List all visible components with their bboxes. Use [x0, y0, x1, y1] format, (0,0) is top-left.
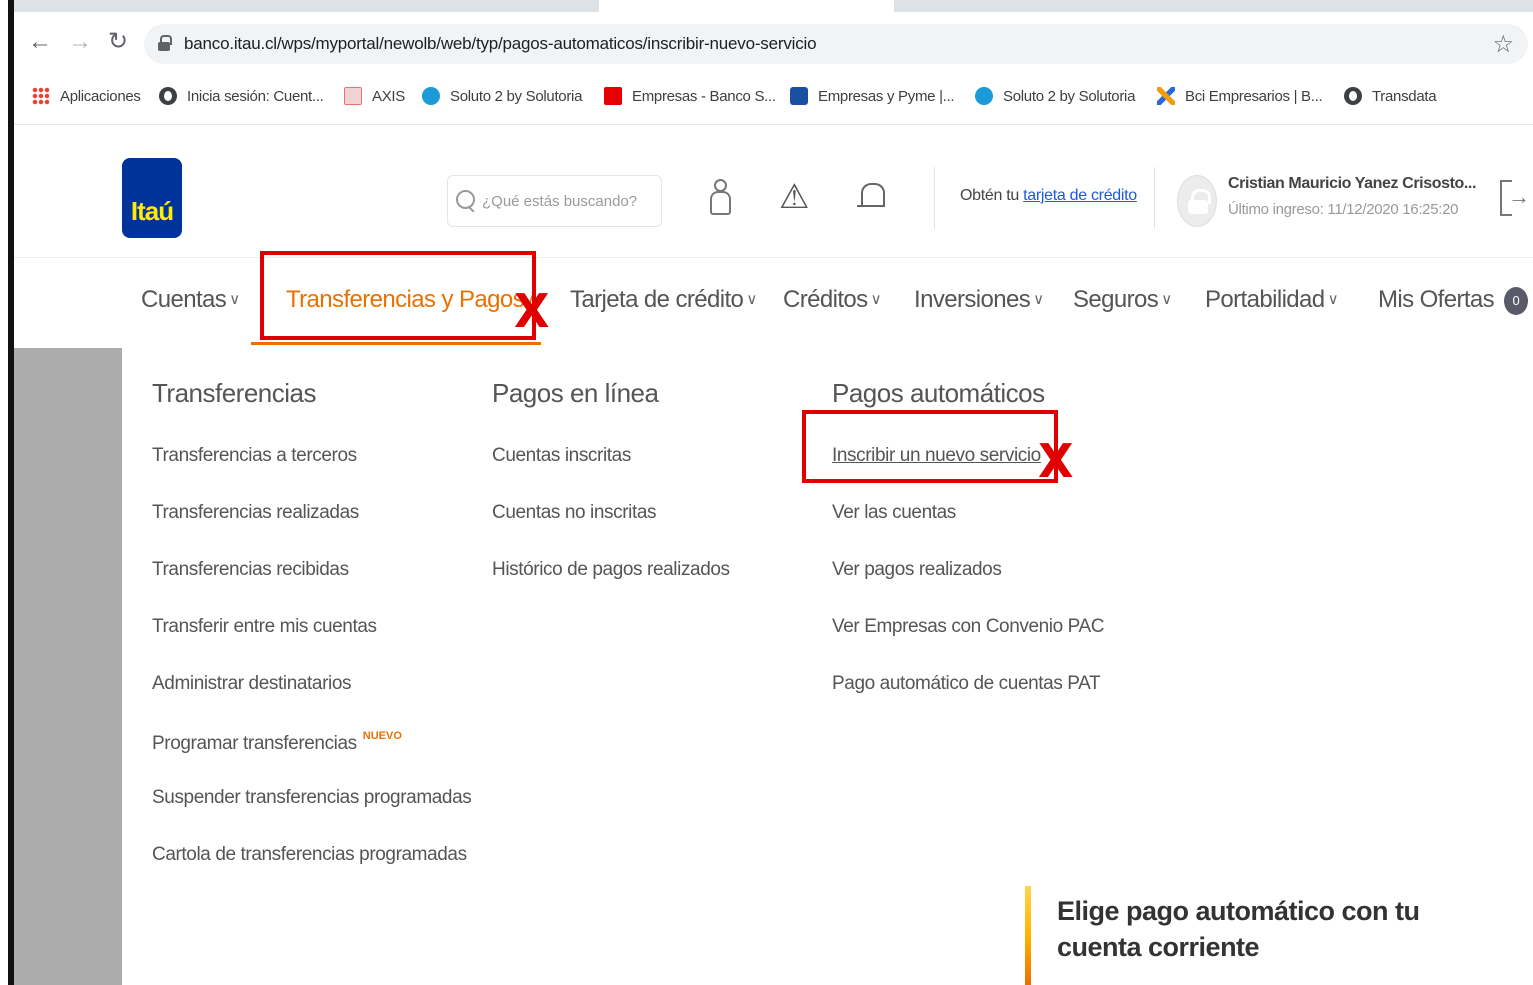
chevron-down-icon: ∨ [1161, 291, 1172, 308]
window-left-edge [0, 0, 14, 985]
bookmarks-bar: Aplicaciones Inicia sesión: Cuent... AXI… [14, 76, 1533, 116]
menu-link-transferencias-recibidas[interactable]: Transferencias recibidas [152, 559, 471, 616]
new-badge: NUEVO [362, 730, 402, 742]
bookmark-soluto[interactable]: Soluto 2 by Solutoria [422, 84, 582, 108]
bookmark-santander[interactable]: Empresas - Banco S... [604, 84, 776, 108]
site-header: Itaú ⚠ Obtén tu tarjeta de crédito Crist… [14, 125, 1533, 258]
credit-card-promo: Obtén tu tarjeta de crédito [960, 187, 1137, 204]
header-divider [1154, 167, 1155, 229]
search-box[interactable] [447, 175, 662, 227]
bell-icon[interactable] [856, 177, 886, 217]
user-name[interactable]: Cristian Mauricio Yanez Crisosto... [1228, 175, 1476, 193]
last-login: Último ingreso: 11/12/2020 16:25:20 [1228, 201, 1459, 218]
menu-column-transferencias: Transferencias Transferencias a terceros… [152, 378, 472, 901]
menu-heading-pagos-linea: Pagos en línea [492, 378, 659, 408]
nav-cuentas[interactable]: Cuentas ∨ [141, 286, 240, 314]
header-divider [934, 167, 935, 229]
menu-heading-pagos-automaticos: Pagos automáticos [832, 378, 1045, 408]
globe-icon [1344, 87, 1362, 105]
menu-link-suspender-transferencias[interactable]: Suspender transferencias programadas [152, 787, 472, 844]
bookmark-transdata[interactable]: Transdata [1344, 84, 1437, 108]
menu-heading-transferencias: Transferencias [152, 378, 317, 408]
lock-icon[interactable] [158, 35, 172, 51]
logout-icon[interactable] [1500, 180, 1530, 216]
menu-column-pagos-linea: Pagos en línea Cuentas inscritas Cuentas… [492, 378, 730, 616]
menu-link-pago-automatico-pat[interactable]: Pago automático de cuentas PAT [832, 673, 1104, 730]
menu-link-cuentas-inscritas[interactable]: Cuentas inscritas [492, 445, 730, 502]
chevron-down-icon: ∨ [746, 291, 757, 308]
annotation-box-nav [260, 251, 536, 340]
chevron-down-icon: ∨ [1327, 291, 1339, 308]
advisor-person-icon[interactable] [704, 177, 734, 217]
nav-mis-ofertas[interactable]: Mis Ofertas 0 [1378, 286, 1529, 315]
santander-icon [604, 87, 622, 105]
menu-link-cartola-transferencias[interactable]: Cartola de transferencias programadas [152, 844, 471, 901]
menu-link-ver-pagos-realizados[interactable]: Ver pagos realizados [832, 559, 1104, 616]
chevron-down-icon: ∨ [870, 291, 882, 308]
menu-link-administrar-destinatarios[interactable]: Administrar destinatarios [152, 673, 471, 730]
chevron-down-icon: ∨ [1033, 291, 1044, 308]
main-nav: Cuentas ∨ Transferencias y Pagos ∧ Tarjeta… [14, 258, 1533, 348]
browser-toolbar: ← → ↻ banco.itau.cl/wps/myportal/newolb/… [14, 12, 1533, 76]
credit-card-link[interactable]: tarjeta de crédito [1023, 187, 1137, 204]
menu-link-transferencias-terceros[interactable]: Transferencias a terceros [152, 445, 471, 502]
bookmark-star-icon[interactable]: ☆ [1492, 30, 1514, 59]
globe-icon [159, 87, 177, 105]
nav-portabilidad[interactable]: Portabilidad ∨ [1205, 286, 1339, 314]
bookmark-inicia-sesion[interactable]: Inicia sesión: Cuent... [159, 84, 324, 108]
bookmark-bci-pyme[interactable]: Empresas y Pyme |... [790, 84, 955, 108]
active-tab-underline [251, 342, 541, 345]
back-arrow-icon[interactable]: ← [26, 28, 54, 56]
nav-creditos[interactable]: Créditos ∨ [783, 286, 882, 314]
url-text[interactable]: banco.itau.cl/wps/myportal/newolb/web/ty… [184, 34, 817, 54]
active-tab[interactable] [599, 0, 894, 12]
reload-icon[interactable]: ↻ [104, 28, 132, 56]
chevron-down-icon: ∨ [229, 291, 240, 308]
bci-empresarios-icon [1157, 87, 1175, 105]
soluto-icon [975, 87, 993, 105]
annotation-x-inscribir: X [1038, 434, 1074, 488]
warning-icon[interactable]: ⚠ [779, 177, 809, 217]
promo-accent-bar [1025, 886, 1031, 985]
bookmark-bci-empresarios[interactable]: Bci Empresarios | B... [1157, 84, 1323, 108]
bci-icon [790, 87, 808, 105]
nav-seguros[interactable]: Seguros ∨ [1073, 286, 1172, 314]
search-icon[interactable] [456, 190, 476, 212]
search-input[interactable] [482, 189, 652, 213]
menu-link-historico-pagos[interactable]: Histórico de pagos realizados [492, 559, 730, 616]
forward-arrow-icon[interactable]: → [66, 28, 94, 56]
annotation-x-nav: X [514, 284, 550, 338]
apps-grid-icon [32, 87, 50, 105]
nav-inversiones[interactable]: Inversiones ∨ [914, 286, 1044, 314]
menu-link-cuentas-no-inscritas[interactable]: Cuentas no inscritas [492, 502, 730, 559]
menu-link-empresas-convenio-pac[interactable]: Ver Empresas con Convenio PAC [832, 616, 1105, 673]
menu-link-transferir-entre-cuentas[interactable]: Transferir entre mis cuentas [152, 616, 471, 673]
address-bar[interactable]: banco.itau.cl/wps/myportal/newolb/web/ty… [144, 24, 1528, 64]
annotation-box-inscribir [802, 410, 1058, 483]
menu-link-transferencias-realizadas[interactable]: Transferencias realizadas [152, 502, 471, 559]
menu-link-programar-transferencias[interactable]: Programar transferencias NUEVO [152, 730, 471, 787]
soluto-icon [422, 87, 440, 105]
bookmark-soluto-2[interactable]: Soluto 2 by Solutoria [975, 84, 1135, 108]
bookmark-axis[interactable]: AXIS [344, 84, 405, 108]
bookmark-aplicaciones[interactable]: Aplicaciones [32, 84, 141, 108]
tab-strip [14, 0, 1533, 12]
offers-count-badge: 0 [1504, 287, 1529, 315]
itau-logo[interactable]: Itaú [122, 158, 182, 238]
page-background-left [14, 348, 122, 985]
nav-tarjeta-credito[interactable]: Tarjeta de crédito ∨ [570, 286, 757, 314]
promo-banner-title: Elige pago automático con tu cuenta corr… [1057, 896, 1420, 962]
axis-icon [344, 87, 362, 105]
browser-chrome: ← → ↻ banco.itau.cl/wps/myportal/newolb/… [14, 0, 1533, 125]
user-avatar[interactable] [1177, 175, 1217, 227]
menu-link-ver-cuentas[interactable]: Ver las cuentas [832, 502, 1104, 559]
